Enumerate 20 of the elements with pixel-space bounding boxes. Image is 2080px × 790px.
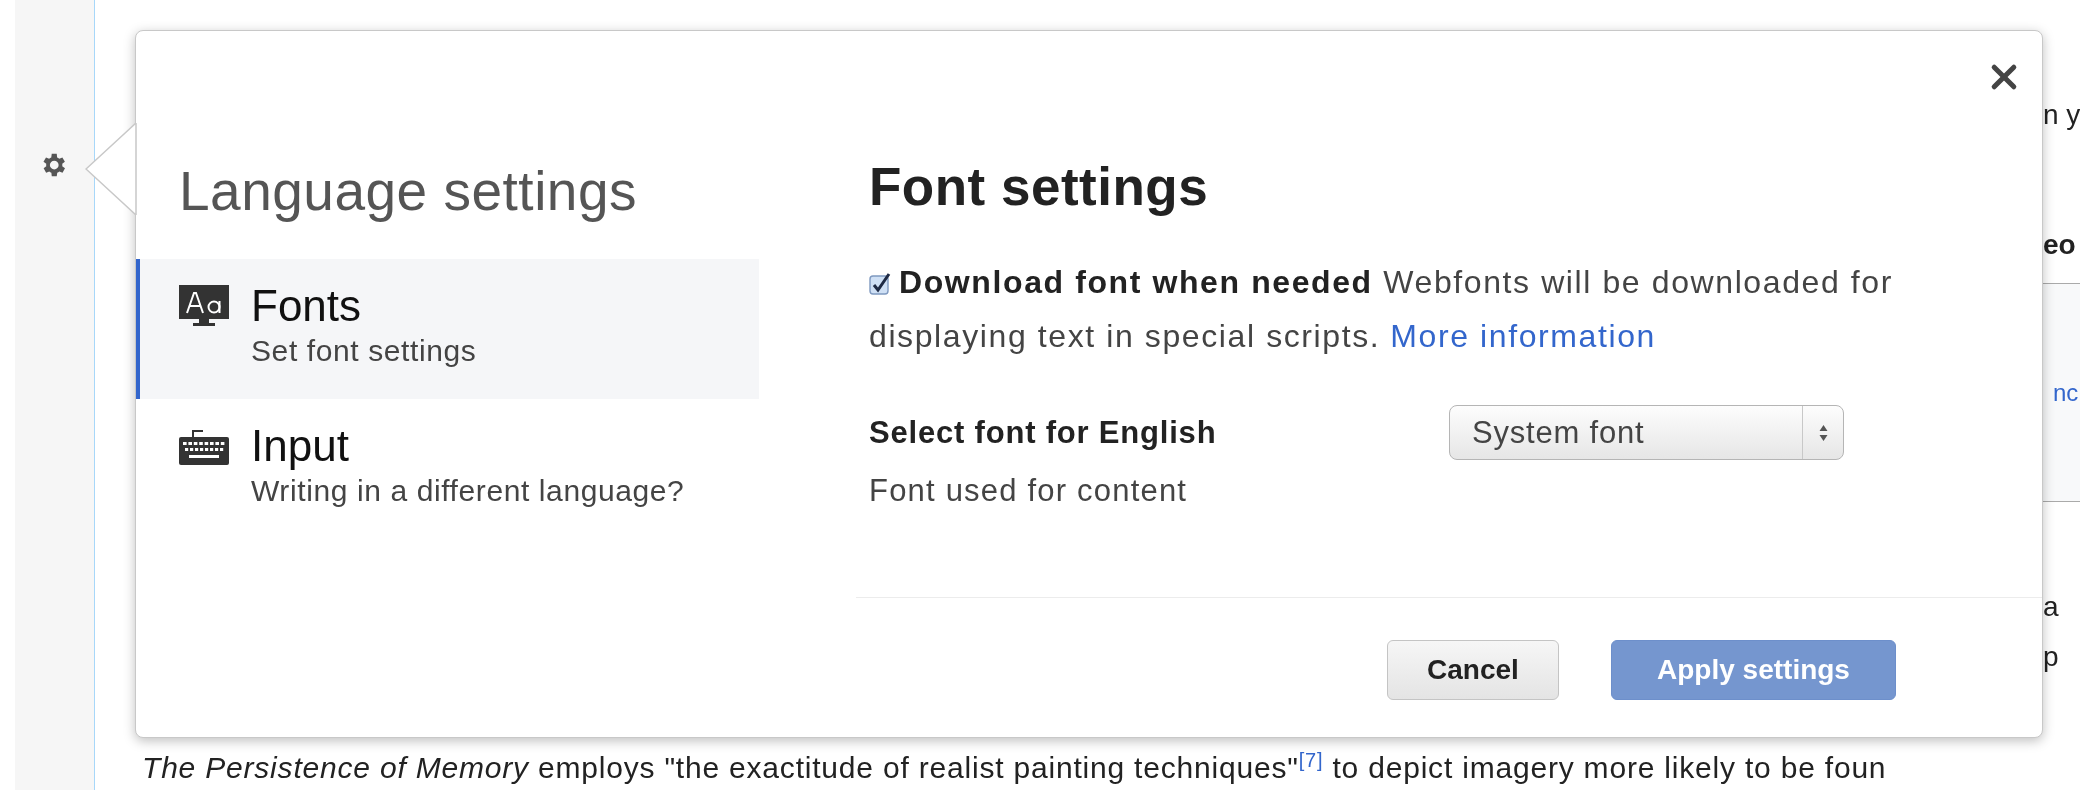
font-select[interactable]: System font (1449, 405, 1844, 460)
checkbox[interactable] (869, 273, 891, 295)
close-icon[interactable] (1990, 63, 2018, 91)
article-text: n y (2043, 98, 2080, 132)
menu-item[interactable]: Input Writing in a different language? (136, 399, 759, 539)
panel-title: Font settings (869, 157, 1210, 217)
updown-arrows-icon (1817, 423, 1829, 442)
article-heading: eo (2043, 228, 2076, 262)
select-hint: Font used for content (869, 472, 1189, 510)
monitor-icon (179, 285, 229, 327)
article-text: p (2043, 640, 2059, 674)
download-font-description: Download font when needed Webfonts will be downloaded for displaying text in special scripts. More information (869, 263, 1894, 356)
select-label: Select font for English (869, 414, 1218, 452)
menu-item[interactable]: Fonts Set font settings (136, 259, 759, 399)
dialog-button[interactable]: Cancel (1387, 640, 1559, 700)
article-text: a (2043, 590, 2059, 624)
more-information-link[interactable]: More information (1390, 318, 1656, 354)
article-link[interactable]: nc (2053, 375, 2079, 410)
article-paragraph: The Persistence of Memory employs "the exactitude of realist painting techniques"$^{[7]}$ to depict imagery more likely to be foun (142, 748, 1888, 786)
dialog-title: Language settings (179, 161, 639, 221)
